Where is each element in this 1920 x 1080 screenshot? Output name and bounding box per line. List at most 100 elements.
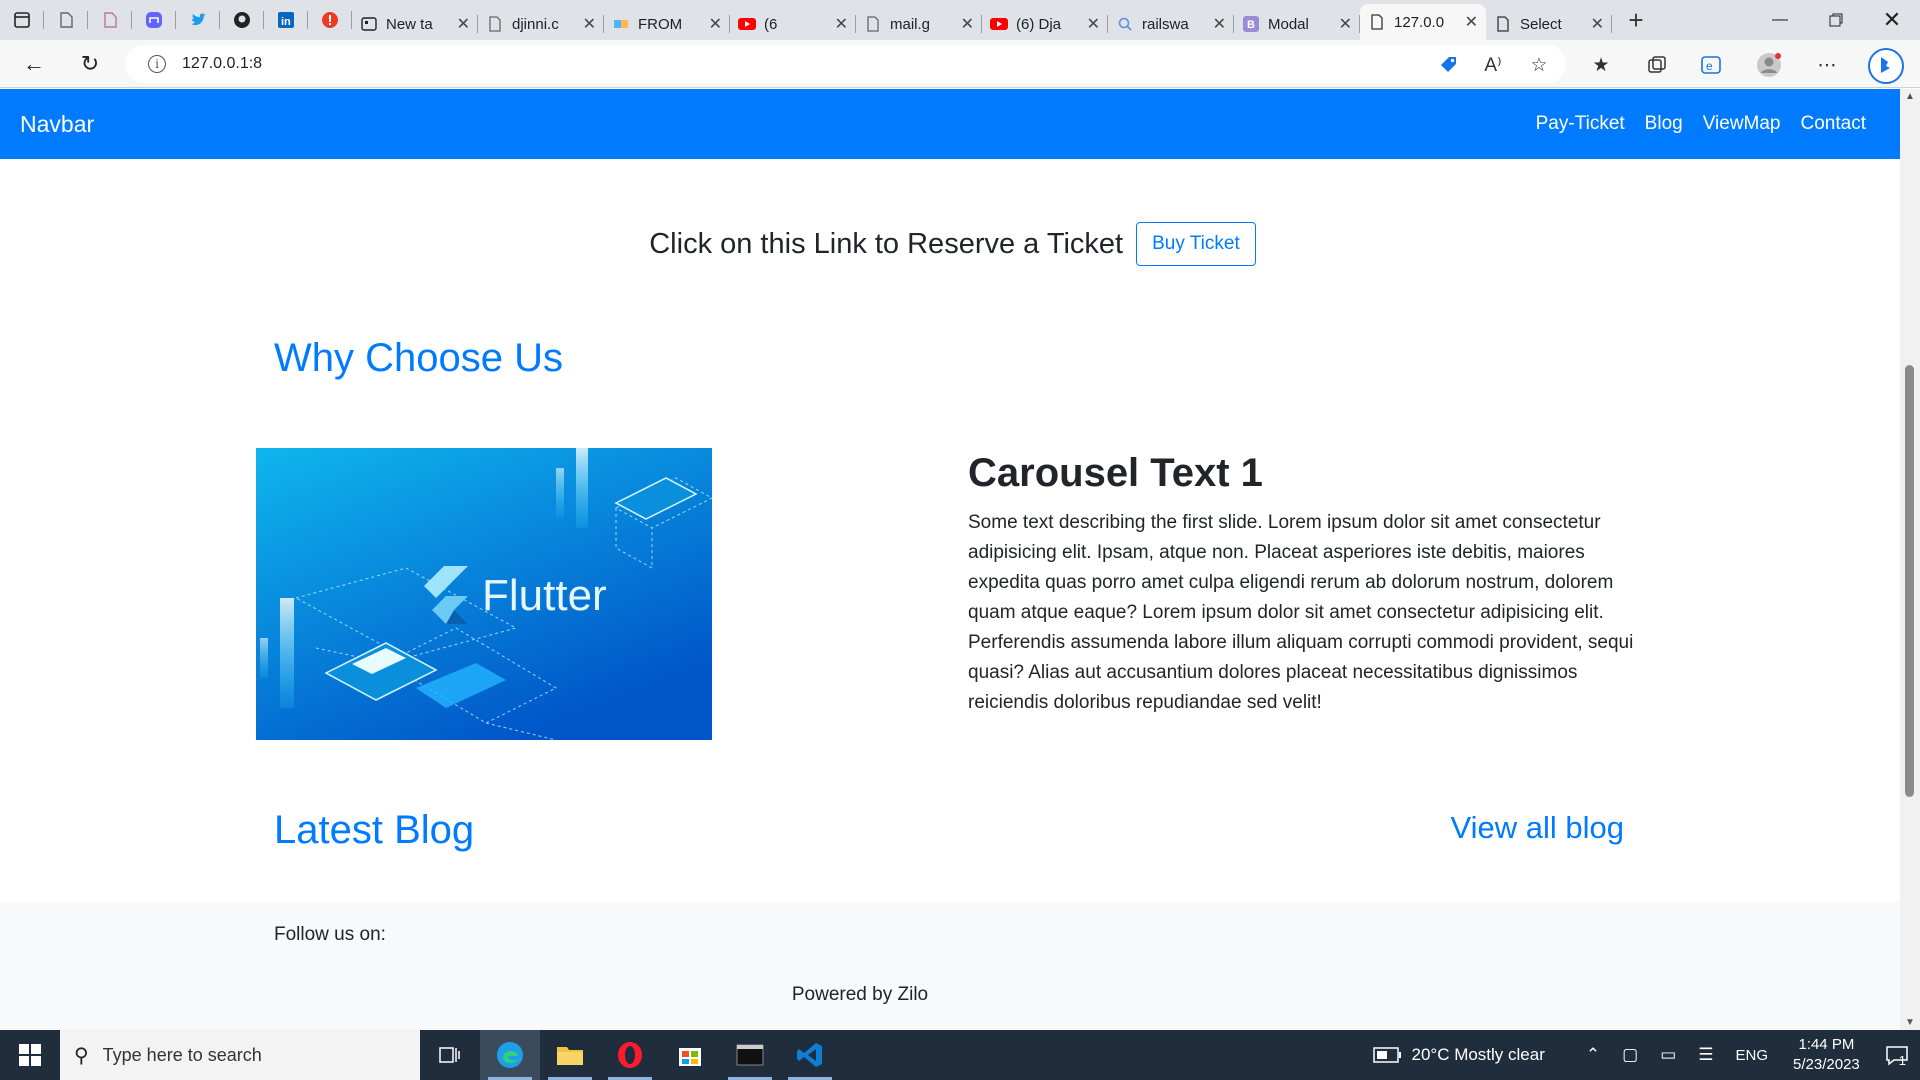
close-window-button[interactable]: ✕ bbox=[1864, 0, 1920, 40]
tab-actions-button[interactable] bbox=[0, 0, 44, 40]
search-icon bbox=[1116, 15, 1134, 33]
clock-date: 5/23/2023 bbox=[1793, 1056, 1860, 1073]
close-tab-icon[interactable]: ✕ bbox=[835, 14, 848, 34]
plus-icon: + bbox=[1628, 4, 1644, 35]
close-tab-icon[interactable]: ✕ bbox=[457, 14, 470, 34]
reload-button[interactable]: ↻ bbox=[74, 48, 106, 80]
browser-tab[interactable]: FROM ✕ bbox=[604, 8, 730, 40]
close-tab-icon[interactable]: ✕ bbox=[961, 14, 974, 34]
weather-widget[interactable]: 20°C Mostly clear bbox=[1373, 1045, 1545, 1065]
back-button[interactable]: ← bbox=[18, 48, 50, 80]
browser-tab[interactable]: 127.0.0 ✕ bbox=[1360, 4, 1486, 40]
clock-time: 1:44 PM bbox=[1798, 1036, 1855, 1053]
view-all-blog-link[interactable]: View all blog bbox=[1451, 810, 1624, 846]
close-tab-icon[interactable]: ✕ bbox=[1339, 14, 1352, 34]
more-menu-icon[interactable]: ⋯ bbox=[1814, 52, 1840, 78]
minimize-button[interactable]: — bbox=[1752, 0, 1808, 40]
browser-tab[interactable]: railswa ✕ bbox=[1108, 8, 1234, 40]
latest-blog-heading: Latest Blog bbox=[274, 808, 475, 852]
bootstrap-icon: B bbox=[1242, 15, 1260, 33]
pinned-tab-1[interactable] bbox=[44, 0, 88, 40]
nav-link-pay-ticket[interactable]: Pay-Ticket bbox=[1536, 113, 1625, 135]
browser-tab[interactable]: (6 ✕ bbox=[730, 8, 856, 40]
browser-tab[interactable]: New ta ✕ bbox=[352, 8, 478, 40]
show-hidden-icons[interactable]: ⌃ bbox=[1586, 1045, 1600, 1065]
scroll-up-icon[interactable]: ▲ bbox=[1905, 91, 1915, 102]
why-choose-us-heading: Why Choose Us bbox=[274, 336, 563, 380]
notifications-button[interactable]: 1 bbox=[1885, 1043, 1908, 1068]
tab-title: 127.0.0 bbox=[1394, 13, 1445, 31]
taskbar-file-explorer[interactable] bbox=[540, 1030, 600, 1080]
task-view-button[interactable] bbox=[420, 1030, 480, 1080]
url-input[interactable]: i 127.0.0.1:8 bbox=[126, 45, 1566, 83]
new-tab-icon bbox=[360, 15, 378, 33]
tab-title: mail.g bbox=[890, 15, 931, 33]
scroll-thumb[interactable] bbox=[1905, 365, 1914, 797]
nav-link-viewmap[interactable]: ViewMap bbox=[1703, 113, 1781, 135]
search-placeholder: Type here to search bbox=[102, 1044, 262, 1065]
close-tab-icon[interactable]: ✕ bbox=[1087, 14, 1100, 34]
browser-tab[interactable]: Select ✕ bbox=[1486, 8, 1612, 40]
address-bar-row: ← ↻ i 127.0.0.1:8 A⁾ ☆ ★ e ⋯ bbox=[0, 40, 1920, 88]
page-scrollbar[interactable]: ▲ ▼ bbox=[1900, 89, 1920, 1030]
read-aloud-icon[interactable]: A⁾ bbox=[1480, 52, 1506, 78]
buy-ticket-button[interactable]: Buy Ticket bbox=[1136, 222, 1256, 266]
language-indicator[interactable]: ENG bbox=[1736, 1047, 1769, 1064]
carousel-title: Carousel Text 1 bbox=[968, 451, 1263, 495]
reserve-section: Click on this Link to Reserve a Ticket B… bbox=[0, 222, 1900, 266]
browser-tab[interactable]: (6) Dja ✕ bbox=[982, 8, 1108, 40]
linkedin-icon: in bbox=[278, 12, 294, 28]
document-icon bbox=[1368, 13, 1386, 31]
store-icon bbox=[679, 1048, 701, 1066]
scroll-down-icon[interactable]: ▼ bbox=[1905, 1017, 1915, 1028]
close-tab-icon[interactable]: ✕ bbox=[709, 14, 722, 34]
new-tab-button[interactable]: + bbox=[1612, 0, 1660, 40]
pinned-tab-alert[interactable] bbox=[308, 0, 352, 40]
start-button[interactable] bbox=[0, 1030, 60, 1080]
navbar-brand[interactable]: Navbar bbox=[20, 111, 94, 138]
taskbar-search-box[interactable]: ⚲ Type here to search bbox=[60, 1030, 420, 1080]
tab-title: Select bbox=[1520, 15, 1562, 33]
nav-link-contact[interactable]: Contact bbox=[1801, 113, 1866, 135]
battery-icon[interactable]: ▭ bbox=[1660, 1045, 1676, 1065]
reload-icon: ↻ bbox=[80, 51, 100, 76]
page-icon bbox=[60, 12, 73, 28]
pinned-tab-2[interactable] bbox=[88, 0, 132, 40]
taskbar-opera[interactable] bbox=[600, 1030, 660, 1080]
reserve-text: Click on this Link to Reserve a Ticket bbox=[649, 227, 1124, 260]
clock[interactable]: 1:44 PM 5/23/2023 bbox=[1793, 1035, 1860, 1075]
close-tab-icon[interactable]: ✕ bbox=[1465, 12, 1478, 32]
restore-button[interactable] bbox=[1808, 0, 1864, 40]
wifi-icon[interactable]: ☰ bbox=[1698, 1045, 1713, 1065]
bing-chat-icon[interactable] bbox=[1868, 48, 1904, 84]
taskbar-edge[interactable] bbox=[480, 1030, 540, 1080]
alert-icon bbox=[322, 12, 338, 28]
page-icon bbox=[486, 15, 504, 33]
shopping-tag-icon[interactable] bbox=[1436, 52, 1462, 78]
pinned-tab-linkedin[interactable]: in bbox=[264, 0, 308, 40]
browser-tab[interactable]: djinni.c ✕ bbox=[478, 8, 604, 40]
taskbar-store[interactable] bbox=[660, 1030, 720, 1080]
add-favorite-icon[interactable]: ☆ bbox=[1526, 52, 1552, 78]
browser-tab[interactable]: B Modal ✕ bbox=[1234, 8, 1360, 40]
document-icon bbox=[1494, 15, 1512, 33]
vscode-icon bbox=[797, 1043, 822, 1067]
close-tab-icon[interactable]: ✕ bbox=[583, 14, 596, 34]
close-tab-icon[interactable]: ✕ bbox=[1213, 14, 1226, 34]
nav-link-blog[interactable]: Blog bbox=[1645, 113, 1683, 135]
meet-now-icon[interactable]: ▢ bbox=[1622, 1045, 1638, 1065]
profile-avatar-icon[interactable] bbox=[1756, 52, 1782, 78]
flutter-logo-text: Flutter bbox=[482, 571, 607, 620]
taskbar-vscode[interactable] bbox=[780, 1030, 840, 1080]
site-info-icon[interactable]: i bbox=[148, 55, 166, 73]
close-tab-icon[interactable]: ✕ bbox=[1591, 14, 1604, 34]
taskbar-terminal[interactable] bbox=[720, 1030, 780, 1080]
favorites-icon[interactable]: ★ bbox=[1588, 52, 1614, 78]
pinned-tab-mastodon[interactable] bbox=[132, 0, 176, 40]
pinned-tab-github[interactable] bbox=[220, 0, 264, 40]
pinned-tab-twitter[interactable] bbox=[176, 0, 220, 40]
collections-icon[interactable] bbox=[1644, 52, 1670, 78]
edge-sidebar-icon[interactable]: e bbox=[1698, 52, 1724, 78]
browser-tab[interactable]: mail.g ✕ bbox=[856, 8, 982, 40]
colorful-icon bbox=[612, 15, 630, 33]
